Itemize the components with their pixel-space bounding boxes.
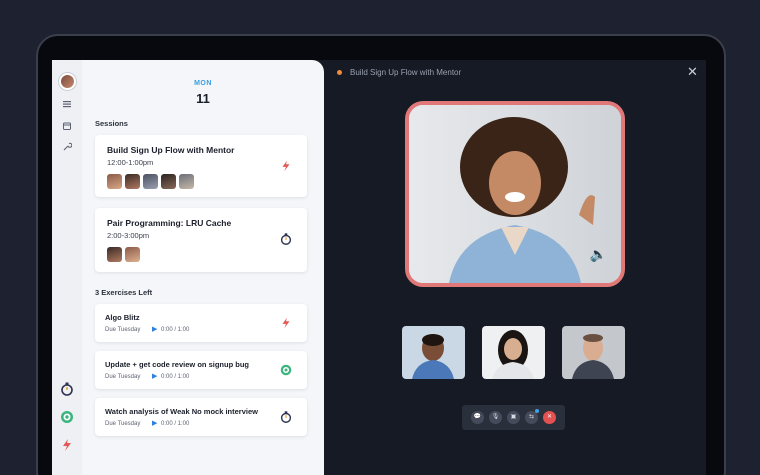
exercise-title: Watch analysis of Weak No mock interview — [105, 407, 258, 416]
avatar — [107, 174, 122, 189]
inbox-icon[interactable] — [60, 121, 74, 135]
nav-rail — [52, 60, 82, 475]
close-icon[interactable]: ✕ — [687, 64, 698, 80]
live-status-dot — [337, 70, 342, 75]
exercise-card[interactable]: Watch analysis of Weak No mock interview… — [95, 398, 307, 436]
target-icon — [279, 363, 293, 377]
exercise-due: Due Tuesday — [105, 374, 141, 380]
day-name: MON — [194, 80, 212, 87]
play-icon[interactable]: ▶ — [152, 372, 157, 380]
app-screen: MON 11 Sessions Build Sign Up Flow with … — [52, 60, 706, 475]
avatar — [125, 247, 140, 262]
participant-tile[interactable] — [482, 326, 545, 379]
play-icon[interactable]: ▶ — [152, 325, 157, 333]
participant-tile[interactable] — [562, 326, 625, 379]
participant-video — [562, 326, 625, 379]
participant-tile[interactable] — [402, 326, 465, 379]
mic-button[interactable]: 🎙 — [489, 411, 502, 424]
share-button[interactable]: ⇆ — [525, 409, 539, 424]
end-call-button[interactable]: ✕ — [543, 411, 556, 424]
avatar — [125, 174, 140, 189]
exercise-due: Due Tuesday — [105, 327, 141, 333]
timer-icon — [279, 232, 293, 246]
schedule-content: MON 11 Sessions Build Sign Up Flow with … — [82, 60, 324, 475]
camera-button[interactable]: ▣ — [507, 411, 520, 424]
avatar — [107, 247, 122, 262]
wrench-icon[interactable] — [60, 142, 74, 156]
fast-icon — [279, 316, 293, 330]
avatar — [161, 174, 176, 189]
exercise-progress: 0:00 / 1:00 — [161, 374, 190, 380]
participant-video — [402, 326, 465, 379]
session-time: 2:00-3:00pm — [107, 231, 150, 240]
list-icon[interactable] — [60, 99, 74, 113]
call-controls: 💬 🎙 ▣ ⇆ ✕ — [462, 405, 565, 430]
exercise-card[interactable]: Update + get code review on signup bug D… — [95, 351, 307, 389]
day-number: 11 — [196, 91, 210, 106]
timer-icon[interactable] — [58, 381, 76, 399]
share-icon: ⇆ — [528, 414, 535, 420]
schedule-panel: MON 11 Sessions Build Sign Up Flow with … — [52, 60, 324, 475]
session-title: Build Sign Up Flow with Mentor — [107, 145, 235, 155]
participant-video — [482, 326, 545, 379]
target-icon[interactable] — [58, 409, 76, 427]
avatar — [143, 174, 158, 189]
notification-badge — [535, 409, 539, 413]
session-card[interactable]: Build Sign Up Flow with Mentor 12:00-1:0… — [95, 135, 307, 197]
exercise-progress: 0:00 / 1:00 — [161, 327, 190, 333]
call-title: Build Sign Up Flow with Mentor — [350, 68, 462, 77]
user-avatar[interactable] — [59, 73, 76, 90]
avatar — [179, 174, 194, 189]
sessions-label: Sessions — [95, 119, 128, 128]
fast-icon[interactable] — [58, 437, 76, 455]
main-video-tile[interactable]: 🔈 — [405, 101, 625, 287]
fast-icon — [279, 159, 293, 173]
session-time: 12:00-1:00pm — [107, 158, 154, 167]
chat-button[interactable]: 💬 — [471, 411, 484, 424]
exercise-title: Algo Blitz — [105, 313, 140, 322]
speaker-icon: 🔈 — [589, 246, 607, 262]
session-card[interactable]: Pair Programming: LRU Cache 2:00-3:00pm — [95, 208, 307, 272]
exercise-title: Update + get code review on signup bug — [105, 360, 249, 369]
timer-icon — [279, 410, 293, 424]
exercise-progress: 0:00 / 1:00 — [161, 421, 190, 427]
exercise-due: Due Tuesday — [105, 421, 141, 427]
exercise-card[interactable]: Algo Blitz Due Tuesday ▶ 0:00 / 1:00 — [95, 304, 307, 342]
participant-avatars — [107, 174, 194, 189]
play-icon[interactable]: ▶ — [152, 419, 157, 427]
participant-avatars — [107, 247, 140, 262]
session-title: Pair Programming: LRU Cache — [107, 218, 232, 228]
exercises-label: 3 Exercises Left — [95, 288, 153, 297]
